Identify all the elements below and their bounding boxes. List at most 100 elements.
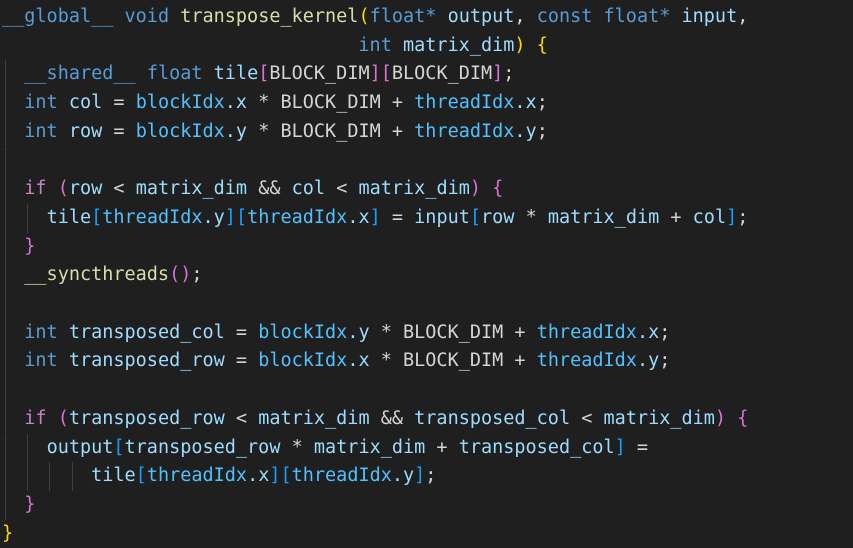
code-token: __syncthreads [24, 264, 170, 286]
code-line[interactable]: __global__ void transpose_kernel(float* … [2, 3, 748, 32]
code-token: ; [191, 264, 203, 286]
code-line[interactable]: } [2, 491, 35, 520]
code-token: if [24, 407, 47, 429]
code-token: BLOCK_DIM [280, 120, 381, 142]
code-line[interactable] [2, 376, 24, 405]
code-token: blockIdx [258, 321, 348, 343]
code-token: ; [659, 321, 671, 343]
code-token: = [102, 92, 136, 114]
code-token: * [659, 6, 671, 27]
code-token: threadIdx [414, 120, 515, 142]
code-token: } [24, 235, 36, 257]
code-token: transposed_row [68, 350, 225, 372]
code-token: threadIdx [414, 92, 515, 114]
code-token: output [46, 436, 114, 458]
code-token: input [414, 206, 470, 228]
code-token: * [369, 321, 404, 343]
code-token: __shared__ [24, 63, 136, 85]
code-token: BLOCK_DIM [403, 350, 504, 372]
code-token: .y [636, 350, 660, 372]
code-token: { [492, 178, 504, 200]
code-token: * [247, 120, 281, 142]
code-token: = [625, 436, 649, 458]
code-token: } [24, 493, 36, 515]
code-line[interactable]: int matrix_dim) { [2, 32, 547, 61]
code-token: .x [514, 92, 537, 114]
code-token: threadIdx [291, 465, 392, 487]
code-token: ) [469, 178, 482, 200]
code-token: matrix_dim [258, 407, 370, 429]
code-token: .x [247, 465, 270, 487]
code-token: ; [737, 206, 749, 228]
code-token: [ [91, 206, 103, 228]
code-token: ( [57, 178, 69, 200]
code-token: matrix_dim [603, 407, 715, 429]
code-line[interactable]: tile[threadIdx.x][threadIdx.y]; [2, 462, 436, 491]
code-line[interactable]: int transposed_col = blockIdx.y * BLOCK_… [2, 319, 670, 348]
code-line[interactable]: tile[threadIdx.y][threadIdx.x] = input[r… [2, 204, 749, 233]
code-token: + [380, 120, 415, 142]
code-token: tile [91, 465, 136, 487]
code-token: output [447, 6, 515, 27]
code-line[interactable]: __shared__ float tile[BLOCK_DIM][BLOCK_D… [2, 60, 514, 89]
code-token: = [224, 321, 259, 343]
code-token: row [481, 206, 515, 228]
code-token: col [291, 178, 326, 200]
code-token: [ [380, 63, 392, 85]
code-line[interactable]: } [2, 233, 35, 262]
code-token: ] [414, 465, 426, 487]
code-token: { [737, 407, 749, 429]
code-line[interactable]: int row = blockIdx.y * BLOCK_DIM + threa… [2, 118, 548, 147]
code-editor[interactable]: __global__ void transpose_kernel(float* … [0, 0, 853, 547]
code-token: int [24, 350, 58, 372]
code-line[interactable]: } [2, 520, 13, 548]
code-token: * [369, 350, 404, 372]
code-token: () [169, 264, 192, 286]
code-token: int [358, 34, 392, 56]
code-token: BLOCK_DIM [391, 63, 493, 85]
code-token: int [24, 120, 58, 142]
code-token: matrix_dim [135, 178, 248, 200]
code-token: * [514, 206, 548, 228]
code-token: transposed_row [68, 407, 225, 429]
code-token: float [369, 6, 426, 27]
code-token: < [102, 178, 136, 200]
code-line[interactable] [2, 290, 24, 319]
code-line[interactable]: if (transposed_row < matrix_dim && trans… [2, 405, 748, 434]
code-token: .y [347, 321, 370, 343]
code-token: blockIdx [135, 92, 225, 114]
code-token: + [503, 321, 537, 343]
code-token: .y [391, 465, 415, 487]
code-line[interactable] [2, 147, 24, 176]
code-token: transposed_col [458, 436, 615, 458]
code-token: int [24, 92, 58, 114]
code-token: row [68, 120, 103, 142]
code-token: row [68, 178, 103, 200]
code-token: ( [358, 6, 370, 27]
code-token: [ [135, 465, 147, 487]
code-line[interactable]: if (row < matrix_dim && col < matrix_dim… [2, 175, 503, 204]
code-token: matrix_dim [358, 178, 470, 200]
code-token: ] [614, 436, 626, 458]
code-token: .x [636, 321, 660, 343]
code-token: = [102, 120, 136, 142]
code-line[interactable]: __syncthreads(); [2, 261, 203, 290]
code-line[interactable]: int transposed_row = blockIdx.x * BLOCK_… [2, 347, 670, 376]
code-token: BLOCK_DIM [403, 321, 504, 343]
code-line[interactable]: output[transposed_row * matrix_dim + tra… [2, 434, 649, 463]
code-token: int [24, 321, 58, 343]
code-line[interactable]: int col = blockIdx.x * BLOCK_DIM + threa… [2, 89, 548, 118]
code-token: ; [536, 92, 548, 114]
code-token: tile [213, 63, 259, 85]
